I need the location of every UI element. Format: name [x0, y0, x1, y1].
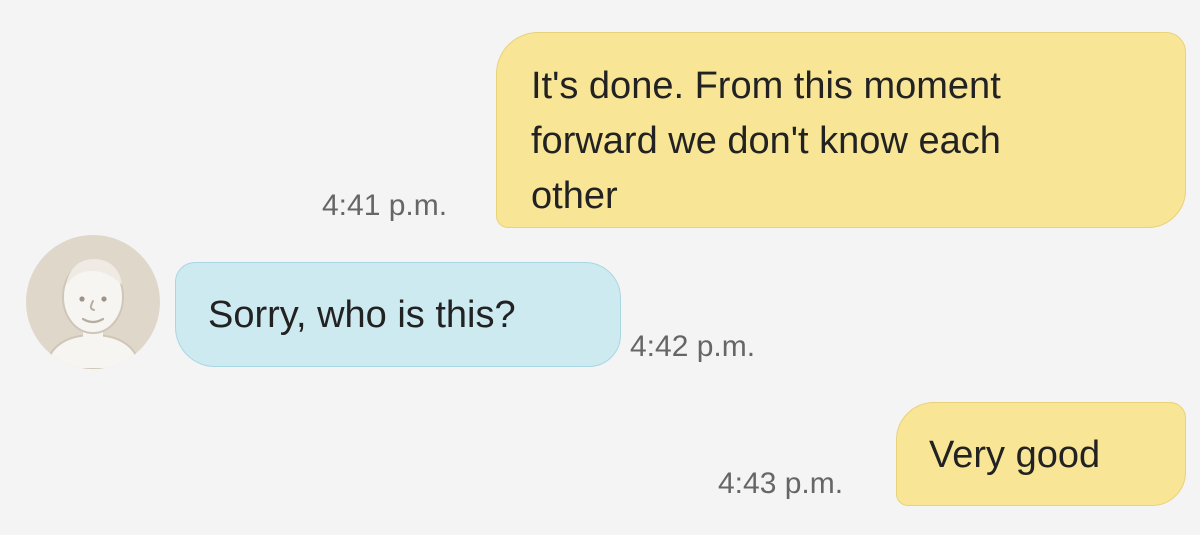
message-timestamp: 4:41 p.m. [322, 189, 448, 222]
message-text-line: Very good [929, 434, 1101, 476]
message-text-line: Sorry, who is this? [208, 294, 516, 336]
message-bubble-outgoing[interactable]: Very good [896, 402, 1186, 506]
message-timestamp: 4:42 p.m. [630, 330, 756, 363]
message-bubble-incoming[interactable]: Sorry, who is this? [175, 262, 621, 367]
conversation-thread: It's done. From this moment forward we d… [0, 0, 1200, 535]
message-bubble-outgoing[interactable]: It's done. From this moment forward we d… [496, 32, 1186, 228]
person-placeholder-icon [44, 259, 142, 369]
contact-avatar[interactable] [26, 235, 160, 369]
message-text-line: other [531, 175, 618, 217]
message-text-line: It's done. From this moment [531, 65, 1001, 107]
message-text-line: forward we don't know each [531, 120, 1001, 162]
message-timestamp: 4:43 p.m. [718, 467, 844, 500]
